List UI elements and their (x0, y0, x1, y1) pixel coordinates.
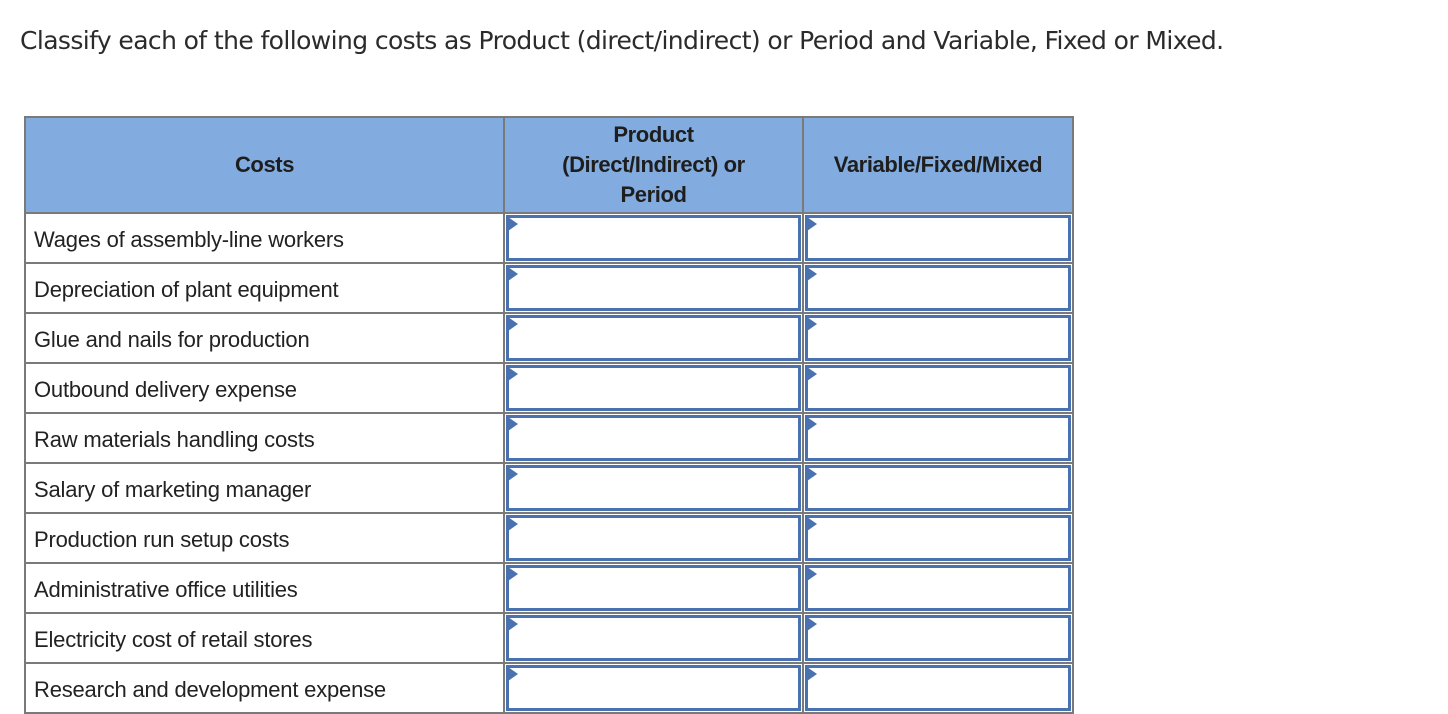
dropdown-marker-icon (807, 417, 817, 431)
dropdown-marker-icon (807, 317, 817, 331)
product-period-cell[interactable] (503, 462, 804, 514)
header-variable-fixed-mixed: Variable/Fixed/Mixed (802, 116, 1074, 214)
cost-label: Administrative office utilities (24, 562, 505, 614)
cost-label: Research and development expense (24, 662, 505, 714)
variable-fixed-mixed-input[interactable] (805, 665, 1071, 711)
variable-fixed-mixed-cell[interactable] (802, 212, 1074, 264)
product-period-input[interactable] (506, 515, 801, 561)
product-period-input[interactable] (506, 265, 801, 311)
variable-fixed-mixed-input[interactable] (805, 215, 1071, 261)
product-period-cell[interactable] (503, 412, 804, 464)
dropdown-marker-icon (508, 367, 518, 381)
product-period-cell[interactable] (503, 562, 804, 614)
variable-fixed-mixed-input[interactable] (805, 265, 1071, 311)
header-costs: Costs (24, 116, 505, 214)
header-product-period: Product (Direct/Indirect) or Period (503, 116, 804, 214)
cost-label: Depreciation of plant equipment (24, 262, 505, 314)
variable-fixed-mixed-cell[interactable] (802, 562, 1074, 614)
dropdown-marker-icon (807, 267, 817, 281)
dropdown-marker-icon (807, 367, 817, 381)
table-row: Outbound delivery expense (24, 362, 1074, 414)
product-period-cell[interactable] (503, 662, 804, 714)
variable-fixed-mixed-cell[interactable] (802, 462, 1074, 514)
variable-fixed-mixed-input[interactable] (805, 315, 1071, 361)
variable-fixed-mixed-cell[interactable] (802, 312, 1074, 364)
header-row: Costs Product (Direct/Indirect) or Perio… (24, 116, 1074, 214)
dropdown-marker-icon (807, 667, 817, 681)
table-row: Raw materials handling costs (24, 412, 1074, 464)
question-prompt: Classify each of the following costs as … (20, 26, 1224, 55)
cost-label: Electricity cost of retail stores (24, 612, 505, 664)
dropdown-marker-icon (807, 517, 817, 531)
product-period-input[interactable] (506, 315, 801, 361)
table-body: Wages of assembly-line workers Depreciat… (24, 212, 1074, 714)
dropdown-marker-icon (508, 317, 518, 331)
variable-fixed-mixed-input[interactable] (805, 415, 1071, 461)
product-period-input[interactable] (506, 215, 801, 261)
variable-fixed-mixed-cell[interactable] (802, 362, 1074, 414)
product-period-cell[interactable] (503, 612, 804, 664)
dropdown-marker-icon (508, 467, 518, 481)
table-row: Research and development expense (24, 662, 1074, 714)
variable-fixed-mixed-input[interactable] (805, 465, 1071, 511)
table-row: Administrative office utilities (24, 562, 1074, 614)
variable-fixed-mixed-input[interactable] (805, 365, 1071, 411)
product-period-input[interactable] (506, 365, 801, 411)
dropdown-marker-icon (807, 217, 817, 231)
product-period-input[interactable] (506, 665, 801, 711)
table-row: Glue and nails for production (24, 312, 1074, 364)
product-period-input[interactable] (506, 465, 801, 511)
dropdown-marker-icon (807, 467, 817, 481)
cost-label: Raw materials handling costs (24, 412, 505, 464)
dropdown-marker-icon (508, 617, 518, 631)
product-period-cell[interactable] (503, 262, 804, 314)
dropdown-marker-icon (807, 567, 817, 581)
dropdown-marker-icon (508, 517, 518, 531)
variable-fixed-mixed-input[interactable] (805, 565, 1071, 611)
dropdown-marker-icon (508, 267, 518, 281)
dropdown-marker-icon (508, 667, 518, 681)
cost-label: Wages of assembly-line workers (24, 212, 505, 264)
cost-label: Production run setup costs (24, 512, 505, 564)
dropdown-marker-icon (508, 567, 518, 581)
variable-fixed-mixed-cell[interactable] (802, 512, 1074, 564)
header-product-period-label: Product (Direct/Indirect) or Period (562, 122, 745, 207)
product-period-cell[interactable] (503, 312, 804, 364)
table-row: Wages of assembly-line workers (24, 212, 1074, 264)
product-period-cell[interactable] (503, 512, 804, 564)
product-period-cell[interactable] (503, 362, 804, 414)
table-row: Electricity cost of retail stores (24, 612, 1074, 664)
cost-classification-table: Costs Product (Direct/Indirect) or Perio… (24, 116, 1074, 714)
product-period-cell[interactable] (503, 212, 804, 264)
table-row: Salary of marketing manager (24, 462, 1074, 514)
dropdown-marker-icon (508, 417, 518, 431)
variable-fixed-mixed-cell[interactable] (802, 612, 1074, 664)
cost-label: Outbound delivery expense (24, 362, 505, 414)
variable-fixed-mixed-input[interactable] (805, 515, 1071, 561)
product-period-input[interactable] (506, 415, 801, 461)
variable-fixed-mixed-cell[interactable] (802, 662, 1074, 714)
product-period-input[interactable] (506, 565, 801, 611)
dropdown-marker-icon (508, 217, 518, 231)
cost-label: Salary of marketing manager (24, 462, 505, 514)
table-row: Depreciation of plant equipment (24, 262, 1074, 314)
table-row: Production run setup costs (24, 512, 1074, 564)
variable-fixed-mixed-cell[interactable] (802, 262, 1074, 314)
dropdown-marker-icon (807, 617, 817, 631)
variable-fixed-mixed-input[interactable] (805, 615, 1071, 661)
product-period-input[interactable] (506, 615, 801, 661)
cost-label: Glue and nails for production (24, 312, 505, 364)
variable-fixed-mixed-cell[interactable] (802, 412, 1074, 464)
